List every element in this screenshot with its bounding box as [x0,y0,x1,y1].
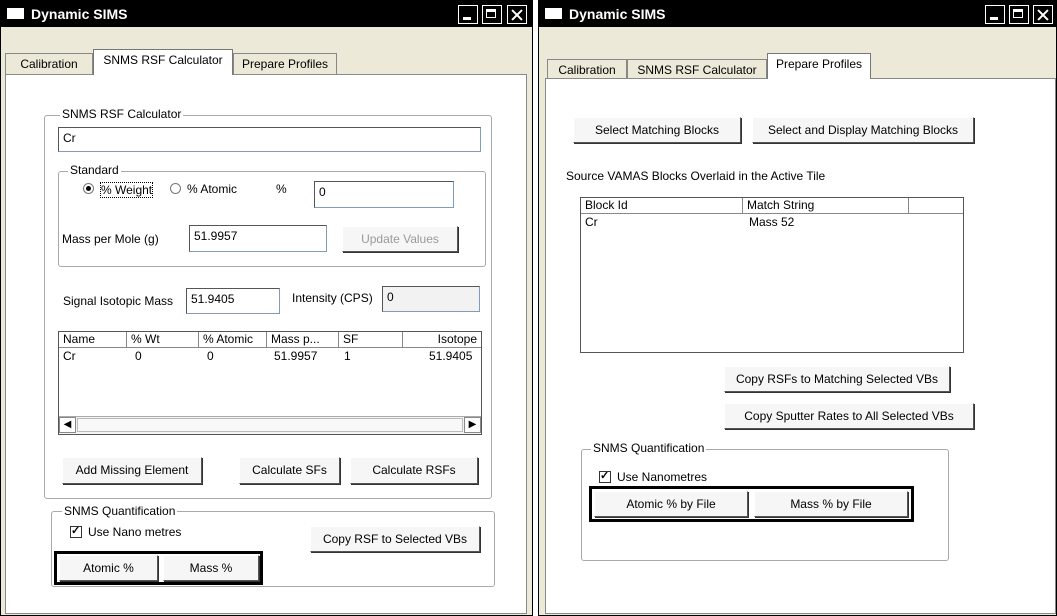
horizontal-scrollbar[interactable]: ◀ ▶ [59,416,481,434]
use-nano-label[interactable]: Use Nano metres [88,525,181,539]
signal-isotopic-mass-field[interactable]: 51.9405 [186,288,280,314]
tab-panel: SNMS RSF Calculator Cr Standard % Weight… [5,74,527,614]
table-row[interactable]: Cr Mass 52 [581,215,963,229]
tab-label: Calibration [20,57,78,71]
cell-mass: 51.9957 [274,349,318,363]
tab-calibration[interactable]: Calibration [5,53,93,75]
weight-radio-label[interactable]: % Weight [100,182,154,198]
atomic-radio-label[interactable]: % Atomic [187,182,237,196]
tab-prepare-profiles[interactable]: Prepare Profiles [767,53,871,79]
atomic-percent-button[interactable]: Atomic % [59,555,158,581]
select-matching-blocks-button[interactable]: Select Matching Blocks [573,117,741,143]
close-icon[interactable] [507,5,527,24]
col-header-name[interactable]: Name [59,332,127,348]
cell-atomic: 0 [207,349,214,363]
col-header-block-id[interactable]: Block Id [581,198,743,214]
weight-radio[interactable] [83,183,94,194]
atomic-by-file-button[interactable]: Atomic % by File [594,491,748,517]
signal-isotopic-mass-label: Signal Isotopic Mass [63,294,174,308]
use-nanometres-checkbox[interactable] [599,469,611,483]
use-nano-checkbox[interactable] [70,524,82,538]
snms-quantification-label: SNMS Quantification [62,504,178,518]
left-title-bar[interactable]: Dynamic SIMS [1,1,532,27]
window-icon [545,8,562,19]
tab-label: SNMS RSF Calculator [103,53,223,67]
element-table[interactable]: Name % Wt % Atomic Mass p... SF Isotope … [58,331,482,435]
tab-panel: Select Matching Blocks Select and Displa… [545,78,1056,614]
col-header-match-string[interactable]: Match String [743,198,909,214]
rsf-calculator-group-label: SNMS RSF Calculator [60,107,184,121]
left-window: Dynamic SIMS Calibration SNMS RSF Calcul… [0,0,533,616]
tab-label: SNMS RSF Calculator [637,63,757,77]
tab-label: Prepare Profiles [775,57,863,71]
window-title: Dynamic SIMS [31,6,128,22]
percent-label: % [276,182,287,196]
table-row[interactable]: Cr 0 0 51.9957 1 51.9405 [59,349,481,363]
copy-rsfs-button[interactable]: Copy RSFs to Matching Selected VBs [724,366,950,392]
cell-block-id: Cr [585,215,598,229]
cell-name: Cr [63,349,76,363]
maximize-icon[interactable] [1009,5,1029,24]
standard-group-label: Standard [68,163,121,177]
minimize-icon[interactable] [985,5,1005,24]
copy-rsf-button[interactable]: Copy RSF to Selected VBs [310,526,480,552]
col-header-atomic[interactable]: % Atomic [199,332,267,348]
calculate-rsfs-button[interactable]: Calculate RSFs [350,457,478,484]
source-blocks-table[interactable]: Block Id Match String Cr Mass 52 [580,197,964,353]
scroll-thumb[interactable] [77,418,463,432]
window-title: Dynamic SIMS [569,6,666,22]
scroll-left-icon[interactable]: ◀ [59,417,76,433]
minimize-icon[interactable] [458,5,478,24]
intensity-label: Intensity (CPS) [292,291,373,305]
col-header-empty [909,198,963,214]
right-window: Dynamic SIMS Calibration SNMS RSF Calcul… [538,0,1057,616]
cell-match-string: Mass 52 [749,215,795,229]
tab-label: Prepare Profiles [241,57,329,71]
maximize-icon[interactable] [482,5,502,24]
copy-sputter-rates-button[interactable]: Copy Sputter Rates to All Selected VBs [724,403,974,429]
close-icon[interactable] [1033,5,1053,24]
atomic-radio[interactable] [170,183,181,194]
cell-sf: 1 [344,349,351,363]
mass-by-file-button[interactable]: Mass % by File [754,491,908,517]
tab-prepare-profiles[interactable]: Prepare Profiles [233,53,337,75]
select-display-matching-blocks-button[interactable]: Select and Display Matching Blocks [752,117,974,143]
scroll-right-icon[interactable]: ▶ [464,417,481,433]
intensity-field: 0 [382,286,480,312]
window-icon [7,8,24,19]
use-nanometres-label[interactable]: Use Nanometres [617,470,707,484]
update-values-button[interactable]: Update Values [342,226,458,252]
right-title-bar[interactable]: Dynamic SIMS [539,1,1056,27]
col-header-isotope[interactable]: Isotope [403,332,481,348]
mass-percent-button[interactable]: Mass % [163,555,259,581]
snms-quantification-label: SNMS Quantification [591,441,707,455]
cell-wt: 0 [135,349,142,363]
cell-isotope: 51.9405 [429,349,473,363]
element-field[interactable]: Cr [58,127,481,152]
add-missing-element-button[interactable]: Add Missing Element [62,457,202,484]
tab-label: Calibration [558,63,616,77]
mass-per-mole-field[interactable]: 51.9957 [189,225,327,252]
calculate-sfs-button[interactable]: Calculate SFs [239,457,340,484]
source-blocks-label: Source VAMAS Blocks Overlaid in the Acti… [566,169,826,183]
col-header-mass[interactable]: Mass p... [267,332,339,348]
percent-field[interactable]: 0 [314,181,454,208]
tab-snms-rsf-calculator[interactable]: SNMS RSF Calculator [93,49,233,75]
col-header-sf[interactable]: SF [339,332,403,348]
col-header-wt[interactable]: % Wt [127,332,199,348]
mass-per-mole-label: Mass per Mole (g) [62,232,159,246]
